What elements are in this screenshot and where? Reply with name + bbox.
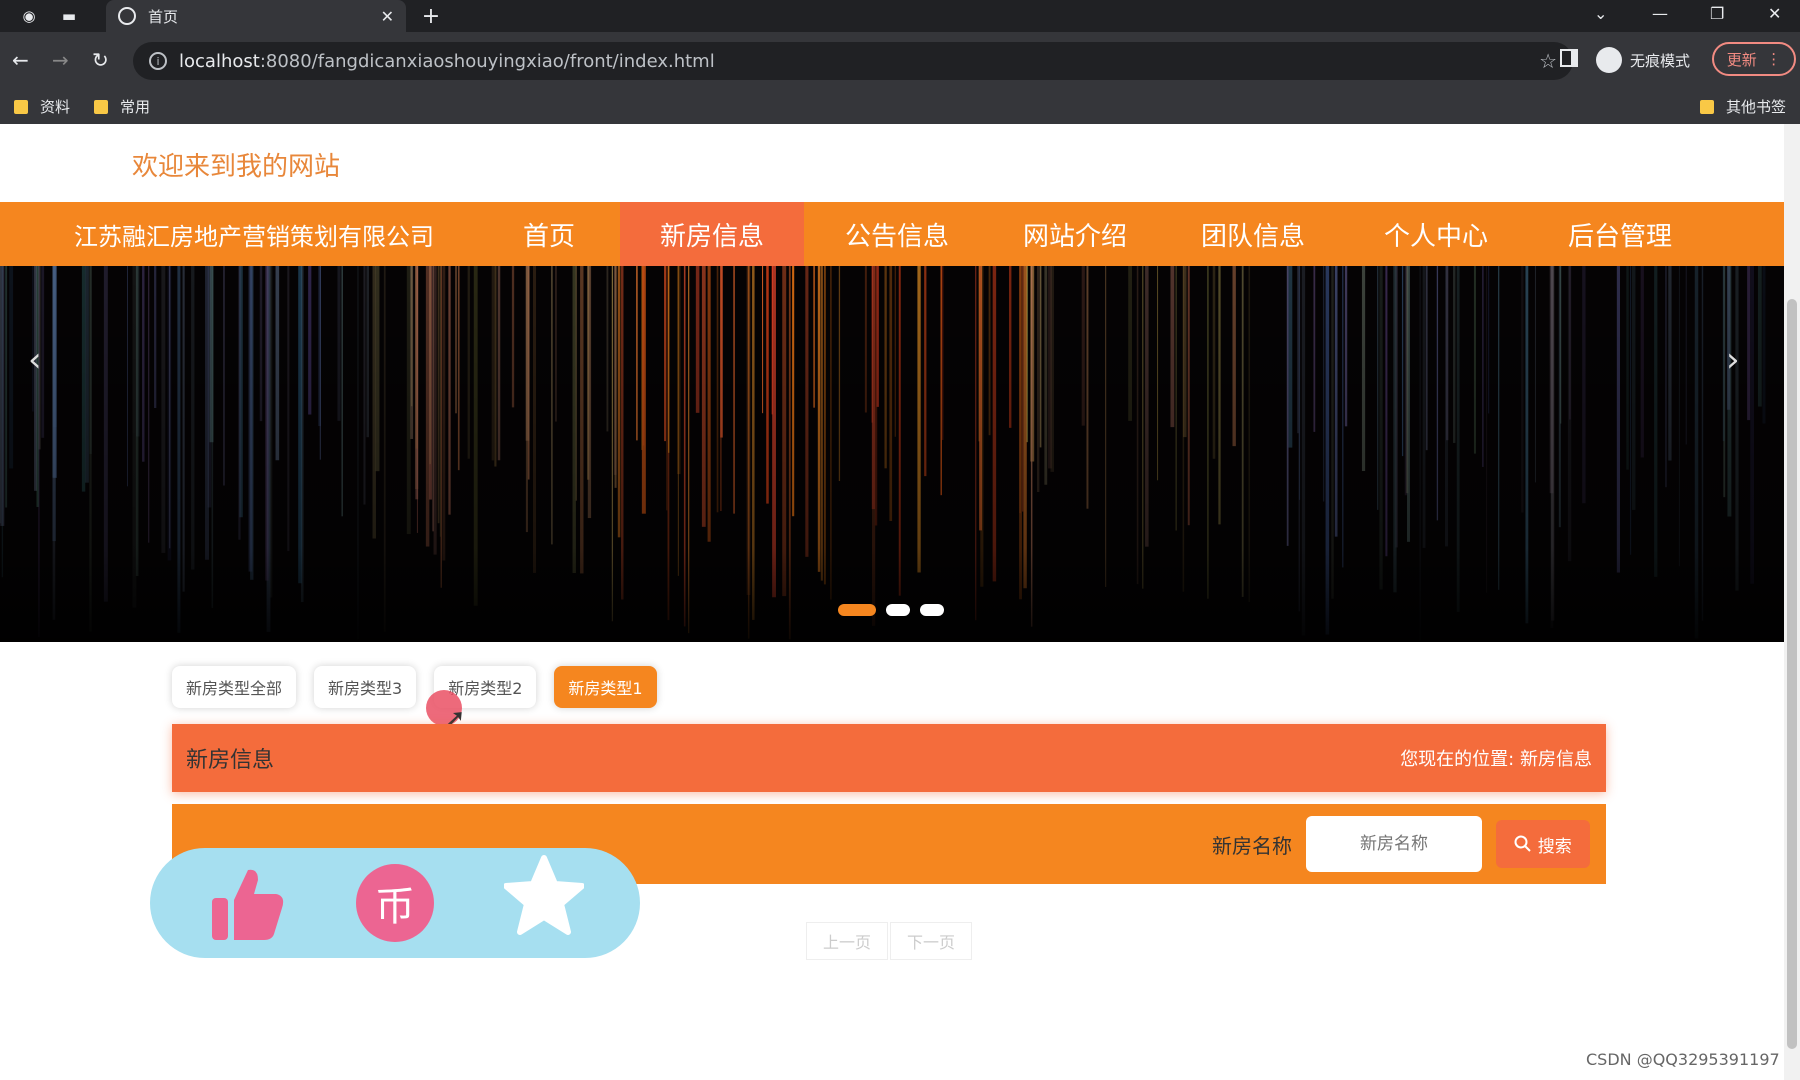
site-info-icon[interactable]: i [149, 52, 167, 70]
incognito-icon [1596, 47, 1622, 73]
url-field[interactable]: i localhost:8080/fangdicanxiaoshouyingxi… [133, 42, 1573, 80]
incognito-indicator[interactable]: 无痕模式 [1596, 47, 1690, 73]
carousel-dot[interactable] [886, 604, 910, 616]
nav-item-home[interactable]: 首页 [494, 202, 604, 266]
scrollbar-thumb[interactable] [1787, 299, 1797, 1049]
other-bookmarks-label: 其他书签 [1726, 98, 1787, 116]
favorite-star-icon[interactable] [504, 854, 584, 940]
bookmark-label: 常用 [120, 98, 151, 116]
restore-icon[interactable]: ❐ [1710, 4, 1724, 23]
globe-icon [118, 7, 136, 25]
carousel-dot[interactable] [920, 604, 944, 616]
bookmark-folder[interactable]: 资料 [14, 96, 70, 117]
forward-icon[interactable]: → [52, 48, 69, 72]
search-label: 新房名称 [1212, 833, 1292, 858]
browser-menu-icon[interactable]: ◉ [18, 6, 40, 26]
page-scrollbar[interactable] [1784, 124, 1800, 1080]
nav-item-profile[interactable]: 个人中心 [1348, 202, 1524, 266]
update-button[interactable]: 更新 ⋮ [1712, 42, 1796, 76]
filter-type-3[interactable]: 新房类型3 [314, 666, 417, 708]
bookmark-label: 资料 [40, 98, 71, 116]
nav-item-about[interactable]: 网站介绍 [990, 202, 1160, 266]
new-tab-icon[interactable]: + [420, 4, 442, 29]
coin-icon[interactable]: 币 [356, 864, 434, 942]
breadcrumb-current: 新房信息 [1520, 749, 1592, 770]
prev-page-button[interactable]: 上一页 [806, 922, 888, 960]
welcome-text: 欢迎来到我的网站 [132, 152, 341, 182]
update-label: 更新 [1726, 50, 1757, 69]
bookmark-star-icon[interactable]: ☆ [1539, 49, 1557, 73]
like-icon[interactable] [210, 864, 286, 944]
banner-image [0, 266, 1784, 642]
search-button-label: 搜索 [1537, 836, 1572, 857]
carousel-indicators [838, 604, 944, 616]
section-title: 新房信息 [186, 748, 275, 773]
section-header: 新房信息 您现在的位置: 新房信息 [172, 724, 1606, 792]
banner-carousel[interactable]: ‹ › [0, 266, 1784, 642]
url-host: localhost [179, 50, 260, 72]
folder-icon [94, 99, 108, 114]
brand-name: 江苏融汇房地产营销策划有限公司 [74, 222, 434, 251]
carousel-prev-icon[interactable]: ‹ [28, 340, 42, 380]
tab-search-icon[interactable]: ⌄ [1594, 4, 1607, 23]
back-icon[interactable]: ← [12, 48, 29, 72]
other-bookmarks[interactable]: 其他书签 [1700, 96, 1786, 117]
folder-icon [1700, 99, 1714, 114]
search-button[interactable]: 搜索 [1496, 820, 1590, 868]
nav-item-notices[interactable]: 公告信息 [812, 202, 982, 266]
pagination: 上一页 下一页 [806, 922, 972, 960]
house-name-input[interactable] [1306, 816, 1482, 872]
side-panel-icon[interactable] [1560, 49, 1578, 67]
close-tab-icon[interactable]: ✕ [381, 7, 394, 26]
carousel-next-icon[interactable]: › [1726, 340, 1740, 380]
nav-item-admin[interactable]: 后台管理 [1532, 202, 1708, 266]
nav-item-new-houses[interactable]: 新房信息 [620, 202, 804, 266]
reload-icon[interactable]: ↻ [92, 48, 109, 72]
breadcrumb-label: 您现在的位置: [1400, 749, 1515, 770]
type-filters: 新房类型全部 新房类型3 新房类型2 新房类型1 [172, 666, 657, 708]
incognito-label: 无痕模式 [1630, 51, 1691, 70]
url-path: :8080/fangdicanxiaoshouyingxiao/front/in… [259, 50, 715, 72]
close-window-icon[interactable]: ✕ [1768, 4, 1781, 23]
folder-icon [14, 99, 28, 114]
next-page-button[interactable]: 下一页 [890, 922, 972, 960]
search-icon [1514, 835, 1532, 852]
web-page: 欢迎来到我的网站 江苏融汇房地产营销策划有限公司 首页 新房信息 公告信息 网站… [0, 124, 1784, 1080]
carousel-dot[interactable] [838, 604, 876, 616]
bookmark-folder[interactable]: 常用 [94, 96, 150, 117]
browser-tab[interactable]: 首页 ✕ [106, 0, 406, 32]
filter-all[interactable]: 新房类型全部 [172, 666, 297, 708]
tab-overview-icon[interactable]: ▬ [58, 6, 80, 26]
bookmarks-bar: 资料 常用 其他书签 [0, 90, 1800, 124]
reaction-overlay: 币 [150, 848, 640, 958]
browser-tab-strip: ◉ ▬ 首页 ✕ + ⌄ — ❐ ✕ [0, 0, 1800, 32]
main-nav: 江苏融汇房地产营销策划有限公司 首页 新房信息 公告信息 网站介绍 团队信息 个… [0, 202, 1784, 266]
tab-title: 首页 [148, 7, 179, 26]
minimize-icon[interactable]: — [1652, 4, 1668, 23]
watermark: CSDN @QQ3295391197 [1586, 1050, 1780, 1069]
address-toolbar: ← → ↻ i localhost:8080/fangdicanxiaoshou… [0, 32, 1800, 90]
filter-type-1[interactable]: 新房类型1 [554, 666, 657, 708]
breadcrumb: 您现在的位置: 新房信息 [1400, 745, 1592, 771]
nav-item-team[interactable]: 团队信息 [1168, 202, 1338, 266]
